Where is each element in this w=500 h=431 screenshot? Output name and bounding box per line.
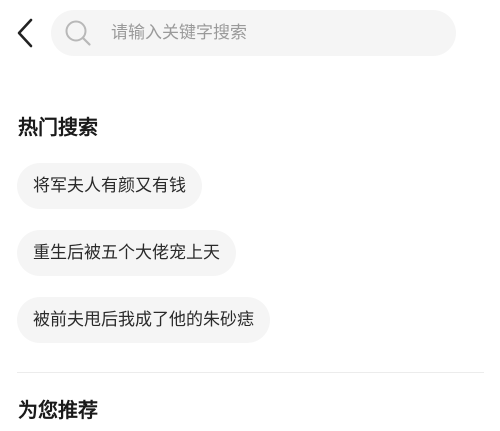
hot-search-item-label: 重生后被五个大佬宠上天 [33,243,220,263]
hot-search-title: 热门搜索 [18,115,98,139]
search-header [0,0,500,66]
hot-search-item-label: 被前夫甩后我成了他的朱砂痣 [33,310,254,330]
search-icon [65,20,91,46]
section-divider [17,372,484,373]
recommend-title: 为您推荐 [18,398,98,422]
hot-search-item-label: 将军夫人有颜又有钱 [33,176,186,196]
search-input[interactable] [111,10,441,56]
back-button[interactable] [8,12,42,54]
hot-search-item[interactable]: 将军夫人有颜又有钱 [17,163,202,209]
hot-search-item[interactable]: 重生后被五个大佬宠上天 [17,230,236,276]
chevron-left-icon [17,18,33,48]
hot-search-item[interactable]: 被前夫甩后我成了他的朱砂痣 [17,297,270,343]
search-bar[interactable] [51,10,456,56]
